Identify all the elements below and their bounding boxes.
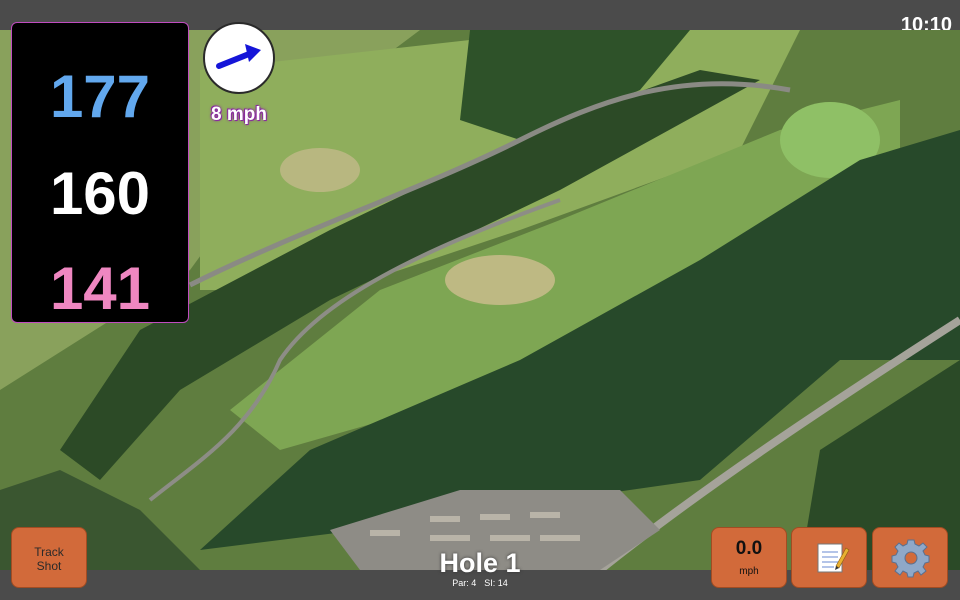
notepad-icon <box>817 543 850 573</box>
track-shot-label-line2: Shot <box>36 559 62 573</box>
hole-title: Hole 1 <box>439 548 521 578</box>
front-yardage: 141 <box>49 255 151 322</box>
wind-indicator <box>203 22 275 94</box>
wind-speed: 8 mph <box>211 104 267 125</box>
speed-value: 0.0 <box>735 538 763 559</box>
track-shot-button[interactable]: Track Shot <box>11 527 87 588</box>
stroke-index-label: SI: 14 <box>484 578 508 588</box>
notes-button[interactable] <box>791 527 867 588</box>
track-shot-label-line1: Track <box>34 545 64 559</box>
hole-info: Par: 4 SI: 14 <box>380 578 580 588</box>
settings-button[interactable] <box>872 527 948 588</box>
speed-button[interactable]: 0.0 mph <box>711 527 787 588</box>
gear-icon <box>891 539 930 578</box>
middle-yardage: 160 <box>49 160 151 227</box>
yardage-panel: 177 160 141 <box>11 22 189 323</box>
speed-unit: mph <box>739 566 759 577</box>
arrow-icon <box>216 44 261 69</box>
back-yardage: 177 <box>49 63 151 130</box>
par-label: Par: 4 <box>452 578 477 588</box>
